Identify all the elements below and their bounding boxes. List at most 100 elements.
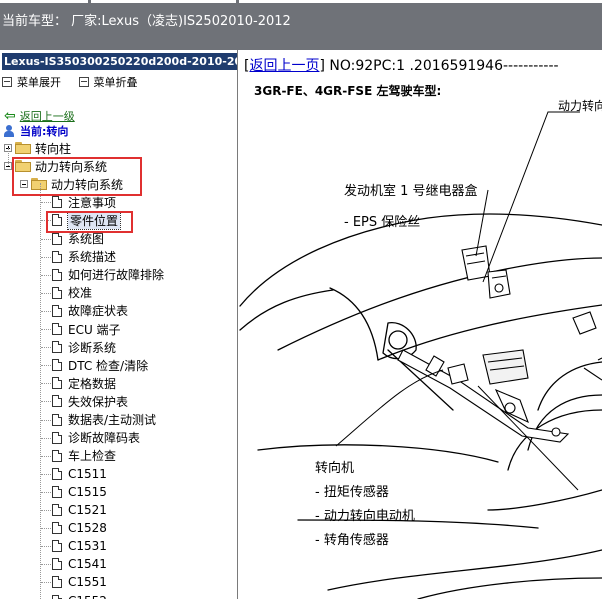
document-icon xyxy=(52,323,62,335)
tree-guide-line xyxy=(41,473,51,475)
model-header: Lexus-IS350300250220d200d-2010-2012 xyxy=(2,53,237,70)
tree-item[interactable]: DTC 检查/清除 xyxy=(52,356,148,374)
tree-guide-line xyxy=(41,329,51,330)
document-icon xyxy=(52,431,62,444)
tree-item-label: C1515 xyxy=(68,484,107,499)
tree-item-label: C1552 xyxy=(68,594,107,599)
title-bar: 当前车型： 厂家:Lexus（凌志)IS2502010-2012 xyxy=(0,0,602,50)
tree-item-label: 注意事项 xyxy=(68,195,117,210)
document-icon xyxy=(52,540,62,553)
tree-item[interactable]: 定格数据 xyxy=(52,374,116,392)
document-icon xyxy=(52,558,62,571)
document-icon xyxy=(52,467,62,480)
tree-item-label: 如何进行故障排除 xyxy=(68,268,165,283)
tree-item[interactable]: 诊断故障码表 xyxy=(52,429,140,447)
expand-menu-button[interactable]: 菜单展开 xyxy=(2,74,61,90)
collapse-icon xyxy=(78,77,89,87)
document-icon xyxy=(52,504,62,516)
tree-item[interactable]: ECU 端子 xyxy=(52,320,121,338)
tree-item-label: C1521 xyxy=(68,503,107,517)
tree-item[interactable]: C1511 xyxy=(52,465,107,483)
tree-guide-line xyxy=(41,292,51,294)
tree-item[interactable]: C1551 xyxy=(52,573,107,591)
back-level-link[interactable]: ⇦ 返回上一级 xyxy=(4,108,75,124)
current-location: 当前:转向 xyxy=(4,123,68,139)
document-icon xyxy=(52,449,62,462)
tree-guide-line xyxy=(41,510,51,511)
tree-guide-line xyxy=(41,564,51,566)
tree-item[interactable]: 车上检查 xyxy=(52,447,116,465)
tree-item[interactable]: C1531 xyxy=(52,537,107,555)
document-icon xyxy=(52,413,62,426)
person-icon xyxy=(4,125,14,137)
tree-item[interactable]: C1528 xyxy=(52,519,107,537)
tree-item-label: C1531 xyxy=(68,539,107,554)
collapse-menu-button[interactable]: 菜单折叠 xyxy=(78,74,138,90)
tree-item[interactable]: C1521 xyxy=(52,501,107,519)
tree-item[interactable]: 故障症状表 xyxy=(52,302,128,320)
tree-guide-line xyxy=(8,148,9,166)
callout-torque-sensor: - 扭矩传感器 xyxy=(315,485,389,500)
tree-item-label: 定格数据 xyxy=(68,376,117,391)
highlight-box-system xyxy=(12,157,142,196)
tab-strip xyxy=(0,0,602,3)
highlight-box-part-location xyxy=(46,211,133,233)
tree-item-label: 转向柱 xyxy=(35,141,72,156)
tree-guide-line xyxy=(41,528,51,530)
tree-item-label: C1541 xyxy=(68,557,107,572)
callout-power-steering: 动力转向 xyxy=(558,99,602,113)
component-location-figure xyxy=(239,111,602,599)
tree-guide-line xyxy=(41,419,51,421)
folder-icon xyxy=(15,142,31,154)
tree-guide-line xyxy=(41,274,51,276)
document-icon xyxy=(52,304,62,317)
tree-item[interactable]: 校准 xyxy=(52,284,92,302)
tree-item-label: C1528 xyxy=(68,521,107,536)
tree-item[interactable]: 诊断系统 xyxy=(52,338,116,356)
tree-guide-line xyxy=(41,256,51,258)
tree-item-label: 诊断系统 xyxy=(68,340,117,355)
tree-guide-line xyxy=(41,582,51,584)
tree-item-label: ECU 端子 xyxy=(68,322,121,337)
tree-item-label: 校准 xyxy=(68,286,93,301)
callout-relay-box: 发动机室 1 号继电器盒 xyxy=(344,184,478,199)
tree-item[interactable]: 失效保护表 xyxy=(52,392,128,410)
tree-toolbar: 菜单展开 菜单折叠 xyxy=(2,74,152,90)
callout-motor: - 动力转向电动机 xyxy=(315,509,415,524)
document-icon xyxy=(52,268,62,281)
tree-item-label: DTC 检查/清除 xyxy=(68,358,149,373)
tree-guide-line xyxy=(41,238,51,240)
document-icon xyxy=(52,395,62,408)
tree-item[interactable]: 如何进行故障排除 xyxy=(52,266,164,284)
tree-guide-line xyxy=(41,202,51,204)
content-pane: [返回上一页] NO:92PC:1 .2016591946-----------… xyxy=(238,50,602,599)
tree-guide-line xyxy=(41,401,51,403)
callout-steering-gear: 转向机 xyxy=(315,461,355,476)
tree-item[interactable]: 系统描述 xyxy=(52,248,116,266)
tree-item[interactable]: 数据表/主动测试 xyxy=(52,411,156,429)
document-icon xyxy=(52,485,62,498)
tree-guide-line xyxy=(41,310,51,312)
document-icon xyxy=(52,594,62,599)
tree-item-label: 诊断故障码表 xyxy=(68,431,141,446)
document-icon xyxy=(52,359,62,372)
tree-item-label: C1551 xyxy=(68,575,107,590)
tree-guide-line xyxy=(41,491,51,493)
tree-item[interactable]: C1552 xyxy=(52,592,107,599)
tree-folder[interactable]: 转向柱 xyxy=(4,139,71,157)
document-icon xyxy=(52,522,62,535)
tree-item-label: 车上检查 xyxy=(68,449,117,464)
tree-item[interactable]: C1515 xyxy=(52,483,107,501)
tree-item[interactable]: C1541 xyxy=(52,555,107,573)
document-icon xyxy=(52,286,62,299)
document-icon xyxy=(52,576,62,589)
tree-item-label: 失效保护表 xyxy=(68,394,129,409)
nav-panel: Lexus-IS350300250220d200d-2010-2012 菜单展开… xyxy=(0,50,238,599)
window-title: 当前车型： 厂家:Lexus（凌志)IS2502010-2012 xyxy=(2,14,291,29)
document-icon xyxy=(52,250,62,263)
back-arrow-icon: ⇦ xyxy=(4,108,16,124)
callout-eps-fuse: - EPS 保险丝 xyxy=(344,215,421,230)
tree-guide-line xyxy=(40,183,41,599)
tree-guide-line xyxy=(41,347,51,349)
tree-item-label: C1511 xyxy=(68,466,107,481)
